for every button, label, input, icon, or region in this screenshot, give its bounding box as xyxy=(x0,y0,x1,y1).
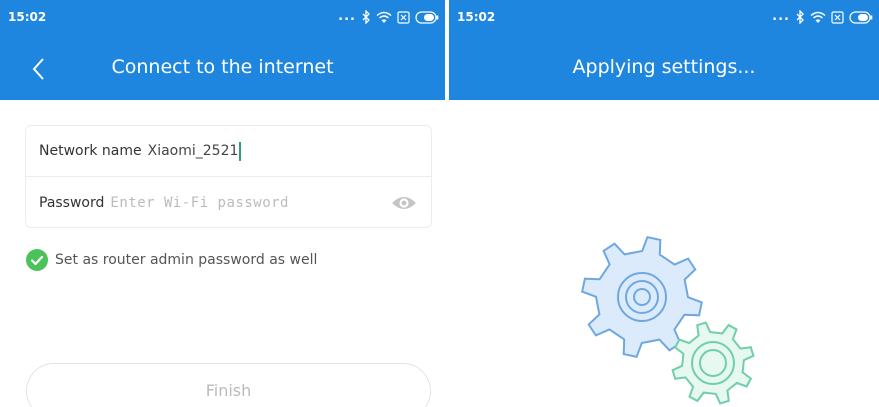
bluetooth-icon xyxy=(362,10,370,24)
app-bar: Applying settings... xyxy=(449,36,879,100)
network-name-field[interactable]: Network name Xiaomi_2521 xyxy=(26,126,431,177)
password-placeholder[interactable]: Enter Wi-Fi password xyxy=(110,195,289,211)
small-gear-icon xyxy=(671,321,755,405)
status-time: 15:02 xyxy=(457,10,496,24)
admin-password-label: Set as router admin password as well xyxy=(55,252,318,268)
wifi-form-card: Network name Xiaomi_2521 Password Enter … xyxy=(25,125,432,228)
status-time: 15:02 xyxy=(8,10,47,24)
battery-icon xyxy=(415,10,439,24)
sim-icon xyxy=(831,10,844,24)
status-icons: ... xyxy=(772,6,873,28)
gears-icon xyxy=(581,236,755,405)
password-label: Password xyxy=(39,194,105,211)
network-name-value[interactable]: Xiaomi_2521 xyxy=(148,143,239,159)
battery-icon xyxy=(849,10,873,24)
bluetooth-icon xyxy=(796,10,804,24)
check-circle-icon[interactable] xyxy=(26,249,48,271)
page-title: Connect to the internet xyxy=(111,56,334,78)
connect-screen: 15:02 ... Connect to the internet Networ… xyxy=(0,0,445,407)
text-cursor xyxy=(239,141,242,161)
sim-icon xyxy=(397,10,410,24)
more-dots: ... xyxy=(772,9,790,24)
wifi-icon xyxy=(810,11,826,23)
status-bar: 15:02 ... xyxy=(0,0,445,36)
status-icons: ... xyxy=(338,6,439,28)
password-field[interactable]: Password Enter Wi-Fi password xyxy=(26,177,431,228)
finish-button[interactable]: Finish xyxy=(26,363,431,407)
network-name-label: Network name xyxy=(39,143,142,159)
applying-screen: 15:02 ... Applying settings... xyxy=(449,0,879,407)
page-title: Applying settings... xyxy=(572,56,756,78)
wifi-icon xyxy=(376,11,392,23)
status-bar: 15:02 ... xyxy=(449,0,879,36)
admin-password-checkbox[interactable]: Set as router admin password as well xyxy=(26,249,317,271)
app-bar: Connect to the internet xyxy=(0,36,445,100)
large-gear-icon xyxy=(581,236,703,358)
eye-icon[interactable] xyxy=(391,193,417,213)
more-dots: ... xyxy=(338,9,356,24)
